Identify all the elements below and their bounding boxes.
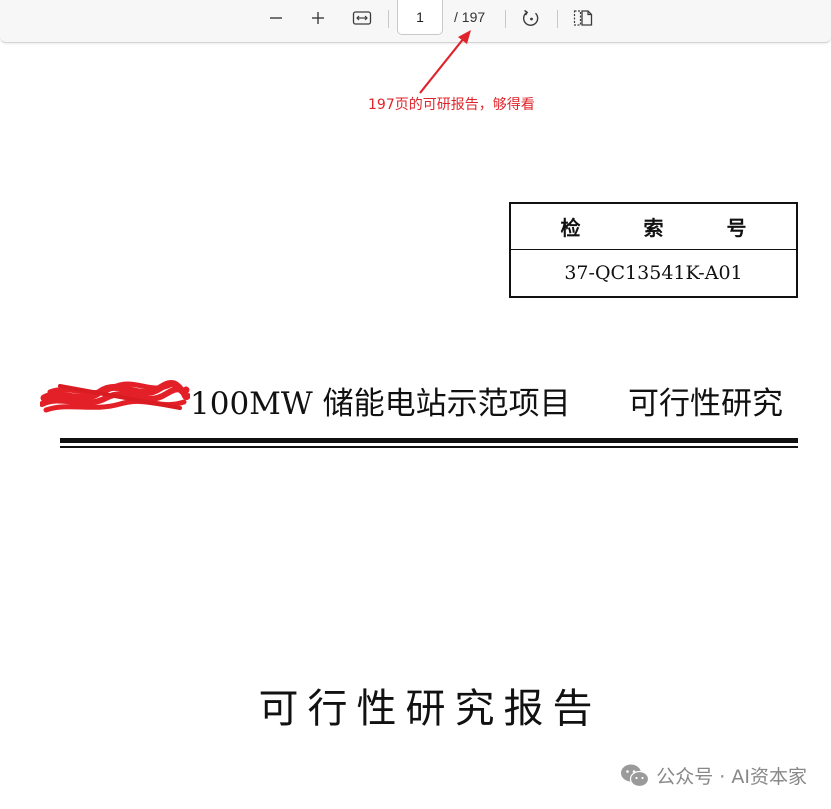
toolbar-divider <box>388 10 389 28</box>
rotate-icon <box>522 9 539 26</box>
pdf-viewer: / 197 197页的可研报告，够得看 检 索 号 37-QC13541K-A0… <box>0 0 831 809</box>
watermark-text: 公众号 · AI资本家 <box>656 766 807 788</box>
annotation-label: 197页的可研报告，够得看 <box>368 97 535 113</box>
title-rule-thick <box>60 438 798 443</box>
project-title: 100MW 储能电站示范项目 可行性研究 <box>40 376 800 422</box>
index-number-table: 检 索 号 37-QC13541K-A01 <box>509 202 798 298</box>
title-rule-thin <box>60 446 798 448</box>
wechat-icon <box>621 764 650 787</box>
report-title: 可行性研究报告 <box>258 686 602 732</box>
index-number: 37-QC13541K-A01 <box>564 262 743 284</box>
fit-width-icon <box>352 11 372 25</box>
index-label: 检 索 号 <box>511 204 796 250</box>
zoom-out-button[interactable] <box>261 4 291 32</box>
project-title-sub: 可行性研究 <box>628 386 783 422</box>
plus-icon <box>312 12 324 24</box>
watermark: 公众号 · AI资本家 <box>620 762 807 789</box>
page-view-icon <box>573 10 593 26</box>
page-number-input[interactable] <box>397 0 443 35</box>
page-view-button[interactable] <box>568 4 598 32</box>
pdf-toolbar: / 197 <box>0 0 831 43</box>
toolbar-divider <box>557 10 558 28</box>
toolbar-divider <box>505 10 506 28</box>
rotate-button[interactable] <box>516 4 546 32</box>
minus-icon <box>270 17 282 19</box>
page-total: / 197 <box>454 9 486 25</box>
fit-width-button[interactable] <box>347 4 377 32</box>
zoom-in-button[interactable] <box>303 4 333 32</box>
project-title-main: 100MW 储能电站示范项目 <box>190 386 571 422</box>
redaction-scribble <box>40 380 190 413</box>
